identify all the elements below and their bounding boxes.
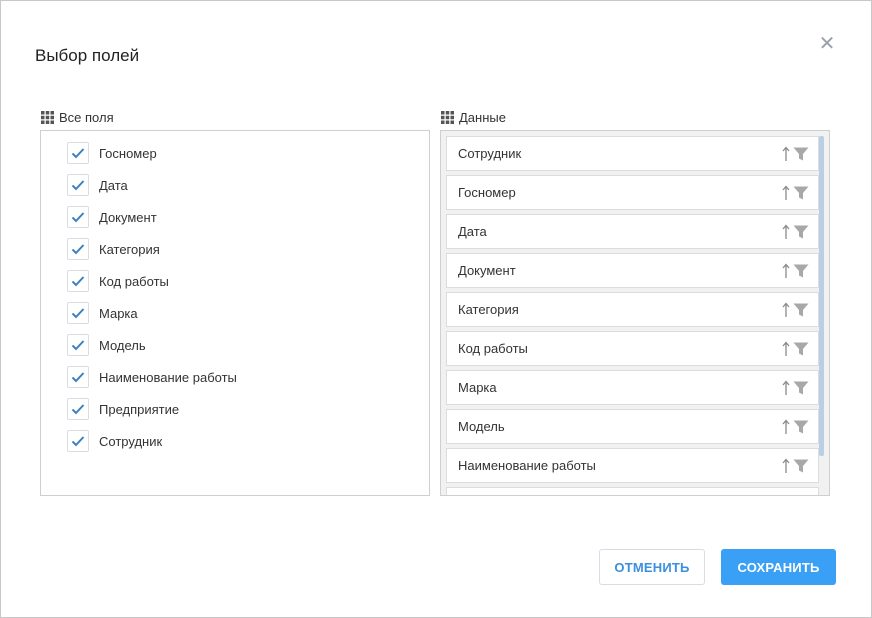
field-label: Код работы — [99, 273, 169, 289]
field-label: Дата — [99, 177, 128, 193]
cancel-button[interactable]: ОТМЕНИТЬ — [599, 549, 705, 585]
checkmark-icon — [71, 148, 85, 159]
data-field-item-partial — [446, 487, 819, 495]
checkmark-icon — [71, 372, 85, 383]
sort-arrow-icon[interactable] — [781, 302, 791, 318]
all-fields-list: Госномер Дата Документ Категория Код раб… — [67, 137, 237, 457]
data-field-label: Марка — [458, 380, 497, 395]
sort-arrow-icon[interactable] — [781, 419, 791, 435]
data-field-label: Дата — [458, 224, 487, 239]
filter-icon[interactable] — [793, 381, 809, 395]
field-checkbox[interactable] — [67, 174, 89, 196]
field-label: Категория — [99, 241, 160, 257]
data-field-label: Наименование работы — [458, 458, 596, 473]
data-field-label: Госномер — [458, 185, 516, 200]
grid-icon — [41, 111, 54, 124]
filter-icon[interactable] — [793, 147, 809, 161]
checkmark-icon — [71, 244, 85, 255]
field-item[interactable]: Код работы — [67, 265, 237, 297]
field-label: Наименование работы — [99, 369, 237, 385]
field-item[interactable]: Марка — [67, 297, 237, 329]
dialog-title: Выбор полей — [35, 46, 140, 65]
filter-icon[interactable] — [793, 225, 809, 239]
field-checkbox[interactable] — [67, 334, 89, 356]
field-selection-dialog: Выбор полей ✕ Все поля Данные Госномер Д… — [0, 0, 872, 618]
data-field-item[interactable]: Сотрудник — [446, 136, 819, 171]
sort-arrow-icon[interactable] — [781, 263, 791, 279]
field-item[interactable]: Дата — [67, 169, 237, 201]
all-fields-panel: Госномер Дата Документ Категория Код раб… — [40, 130, 430, 496]
data-field-label: Категория — [458, 302, 519, 317]
data-fields-list: Сотрудник Госномер Дата Документ Категор — [446, 136, 819, 495]
field-checkbox[interactable] — [67, 366, 89, 388]
field-label: Документ — [99, 209, 157, 225]
sort-arrow-icon[interactable] — [781, 341, 791, 357]
filter-icon[interactable] — [793, 264, 809, 278]
field-checkbox[interactable] — [67, 206, 89, 228]
field-checkbox[interactable] — [67, 430, 89, 452]
field-item[interactable]: Предприятие — [67, 393, 237, 425]
field-checkbox[interactable] — [67, 142, 89, 164]
field-label: Предприятие — [99, 401, 180, 417]
data-field-label: Код работы — [458, 341, 528, 356]
sort-arrow-icon[interactable] — [781, 458, 791, 474]
data-field-item[interactable]: Код работы — [446, 331, 819, 366]
field-label: Модель — [99, 337, 146, 353]
field-checkbox[interactable] — [67, 270, 89, 292]
data-field-item[interactable]: Госномер — [446, 175, 819, 210]
field-label: Марка — [99, 305, 138, 321]
data-field-item[interactable]: Марка — [446, 370, 819, 405]
checkmark-icon — [71, 276, 85, 287]
data-field-label: Документ — [458, 263, 516, 278]
field-checkbox[interactable] — [67, 302, 89, 324]
field-item[interactable]: Модель — [67, 329, 237, 361]
field-label: Госномер — [99, 145, 157, 161]
data-field-label: Модель — [458, 419, 505, 434]
data-fields-title: Данные — [459, 110, 506, 125]
field-item[interactable]: Сотрудник — [67, 425, 237, 457]
scrollbar-thumb[interactable] — [819, 136, 824, 456]
data-fields-panel: Сотрудник Госномер Дата Документ Категор — [440, 130, 830, 496]
data-field-item[interactable]: Наименование работы — [446, 448, 819, 483]
save-button[interactable]: СОХРАНИТЬ — [721, 549, 836, 585]
filter-icon[interactable] — [793, 342, 809, 356]
checkmark-icon — [71, 308, 85, 319]
close-icon[interactable]: ✕ — [817, 34, 837, 54]
field-item[interactable]: Документ — [67, 201, 237, 233]
checkmark-icon — [71, 180, 85, 191]
all-fields-title: Все поля — [59, 110, 114, 125]
filter-icon[interactable] — [793, 420, 809, 434]
field-item[interactable]: Наименование работы — [67, 361, 237, 393]
checkmark-icon — [71, 212, 85, 223]
filter-icon[interactable] — [793, 303, 809, 317]
sort-arrow-icon[interactable] — [781, 380, 791, 396]
filter-icon[interactable] — [793, 186, 809, 200]
data-field-item[interactable]: Дата — [446, 214, 819, 249]
sort-arrow-icon[interactable] — [781, 224, 791, 240]
data-field-label: Сотрудник — [458, 146, 522, 161]
field-checkbox[interactable] — [67, 238, 89, 260]
field-checkbox[interactable] — [67, 398, 89, 420]
data-field-item[interactable]: Модель — [446, 409, 819, 444]
data-fields-header: Данные — [441, 110, 506, 125]
field-label: Сотрудник — [99, 433, 163, 449]
data-field-item[interactable]: Категория — [446, 292, 819, 327]
checkmark-icon — [71, 436, 85, 447]
field-item[interactable]: Госномер — [67, 137, 237, 169]
field-item[interactable]: Категория — [67, 233, 237, 265]
data-field-item[interactable]: Документ — [446, 253, 819, 288]
checkmark-icon — [71, 404, 85, 415]
all-fields-header: Все поля — [41, 110, 114, 125]
grid-icon — [441, 111, 454, 124]
filter-icon[interactable] — [793, 459, 809, 473]
sort-arrow-icon[interactable] — [781, 185, 791, 201]
sort-arrow-icon[interactable] — [781, 146, 791, 162]
checkmark-icon — [71, 340, 85, 351]
